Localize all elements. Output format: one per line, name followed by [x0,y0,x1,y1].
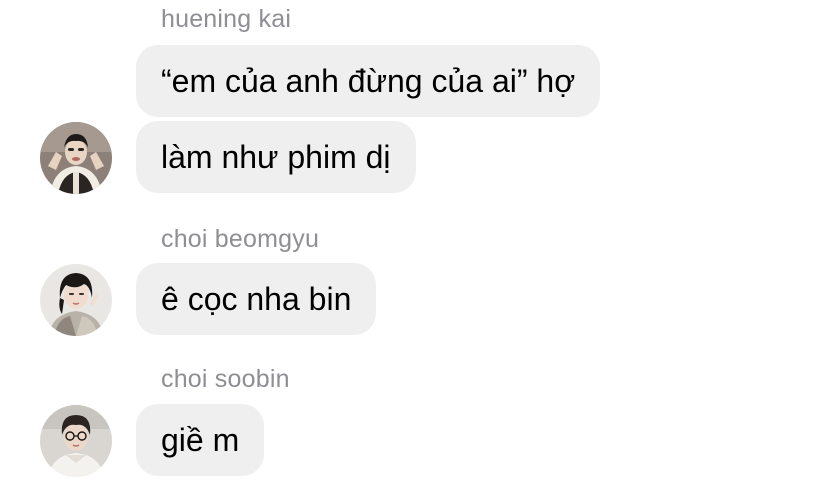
profile-photo-icon [40,405,112,477]
profile-photo-icon [40,122,112,194]
message-bubble[interactable]: “em của anh đừng của ai” hợ [136,45,601,117]
message-bubble[interactable]: làm như phim dị [136,121,416,193]
message-text: làm như phim dị [161,138,391,175]
sender-name-huening-kai: huening kai [161,5,292,33]
sender-name-choi-beomgyu: choi beomgyu [161,225,320,253]
avatar-choi-beomgyu[interactable] [40,264,112,336]
sender-name-choi-soobin: choi soobin [161,365,290,393]
message-bubble[interactable]: giề m [136,404,265,476]
message-text: giề m [161,421,240,458]
profile-photo-icon [40,264,112,336]
message-text: “em của anh đừng của ai” hợ [161,62,576,99]
avatar-huening-kai[interactable] [40,122,112,194]
message-text: ê cọc nha bin [161,280,352,317]
avatar-choi-soobin[interactable] [40,405,112,477]
message-bubble[interactable]: ê cọc nha bin [136,263,377,335]
